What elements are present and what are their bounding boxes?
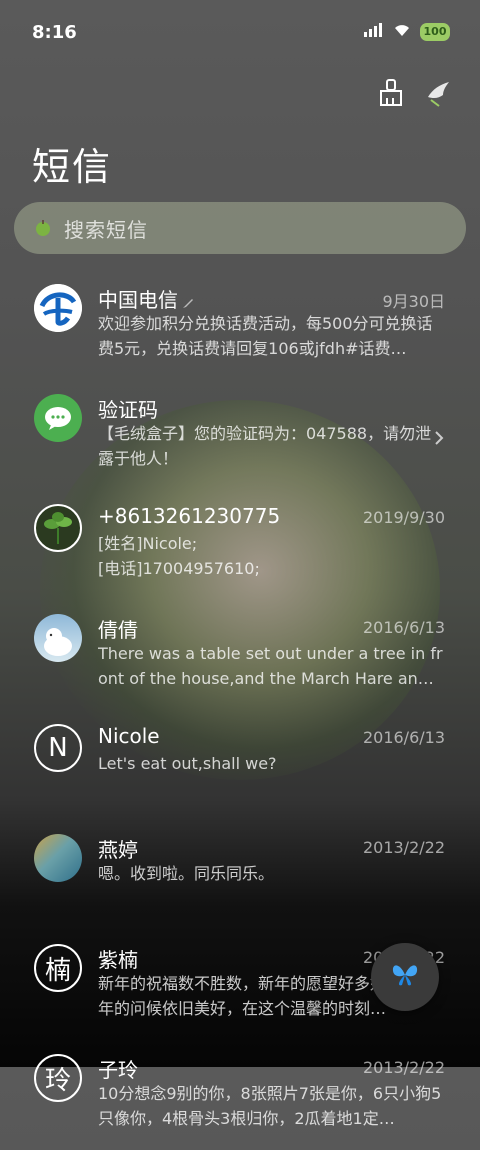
- letter-avatar: 玲: [34, 1054, 82, 1102]
- conversation-name: +8613261230775: [98, 504, 281, 528]
- letter-avatar: 楠: [34, 944, 82, 992]
- conversation-name: Nicole: [98, 724, 160, 748]
- conversation-preview: There was a table set out under a tree i…: [98, 644, 443, 688]
- conversation-preview: 10分想念9别的你，8张照片7张是你，6只小狗5只像你，4根骨头3根归你，2瓜着…: [98, 1084, 442, 1128]
- conversation-name: 燕婷: [98, 838, 138, 862]
- conversation-item[interactable]: 中国电信 9月30日 欢迎参加积分兑换话费活动，每500分可兑换话费5元，兑换话…: [0, 270, 480, 380]
- conversation-preview: 欢迎参加积分兑换话费活动，每500分可兑换话费5元，兑换话费请回复106或jfd…: [98, 314, 433, 358]
- conversation-date: 2016/6/13: [362, 618, 445, 637]
- conversation-name: 中国电信: [98, 284, 194, 314]
- conversation-name: 子玲: [98, 1058, 138, 1082]
- conversation-preview: Let's eat out,shall we?: [98, 754, 277, 773]
- conversation-date: 9月30日: [382, 292, 445, 311]
- wifi-icon: [392, 22, 412, 41]
- conversation-item[interactable]: +8613261230775 2019/9/30 [姓名]Nicole; [电话…: [0, 490, 480, 600]
- conversation-preview: [姓名]Nicole; [电话]17004957610;: [98, 534, 260, 578]
- search-placeholder: 搜索短信: [64, 217, 148, 242]
- dove-icon[interactable]: [424, 78, 454, 108]
- conversation-name: 倩倩: [98, 618, 138, 642]
- signal-icon: [364, 22, 384, 41]
- conversation-name: 紫楠: [98, 948, 138, 972]
- conversation-preview: 【毛绒盒子】您的验证码为：047588，请勿泄露于他人！: [98, 424, 432, 468]
- polar-bear-photo-avatar: [34, 614, 82, 662]
- butterfly-fab-button[interactable]: [371, 943, 439, 1011]
- conversation-item[interactable]: 验证码 【毛绒盒子】您的验证码为：047588，请勿泄露于他人！: [0, 380, 480, 490]
- status-icons: 100: [364, 22, 450, 41]
- status-time: 8:16: [32, 22, 77, 43]
- clean-brush-icon[interactable]: [376, 78, 406, 108]
- message-icon: [34, 394, 82, 442]
- conversation-item[interactable]: 玲 子玲 2013/2/22 10分想念9别的你，8张照片7张是你，6只小狗5只…: [0, 1040, 480, 1150]
- conversation-list: 中国电信 9月30日 欢迎参加积分兑换话费活动，每500分可兑换话费5元，兑换话…: [0, 270, 480, 1150]
- edit-pencil-icon: [182, 290, 194, 314]
- landscape-photo-avatar: [34, 834, 82, 882]
- conversation-item[interactable]: 燕婷 2013/2/22 嗯。收到啦。同乐同乐。: [0, 820, 480, 930]
- conversation-date: 2013/2/22: [362, 1058, 445, 1077]
- conversation-name: 验证码: [98, 398, 158, 422]
- page-title: 短信: [32, 145, 113, 189]
- status-bar: 8:16 100: [0, 0, 480, 68]
- china-telecom-logo-icon: [34, 284, 82, 332]
- conversation-date: 2016/6/13: [362, 728, 445, 747]
- plant-photo-avatar: [34, 504, 82, 552]
- conversation-date: 2019/9/30: [362, 508, 445, 527]
- top-actions: [376, 78, 454, 108]
- letter-avatar: N: [34, 724, 82, 772]
- conversation-date: 2013/2/22: [362, 838, 445, 857]
- conversation-item[interactable]: 倩倩 2016/6/13 There was a table set out u…: [0, 600, 480, 710]
- chevron-right-icon[interactable]: [434, 430, 444, 450]
- conversation-preview: 嗯。收到啦。同乐同乐。: [98, 864, 275, 883]
- search-bar[interactable]: 搜索短信: [14, 202, 466, 254]
- butterfly-icon: [390, 961, 420, 993]
- battery-icon: 100: [420, 22, 450, 41]
- conversation-item[interactable]: N Nicole 2016/6/13 Let's eat out,shall w…: [0, 710, 480, 820]
- apple-icon: [34, 219, 52, 237]
